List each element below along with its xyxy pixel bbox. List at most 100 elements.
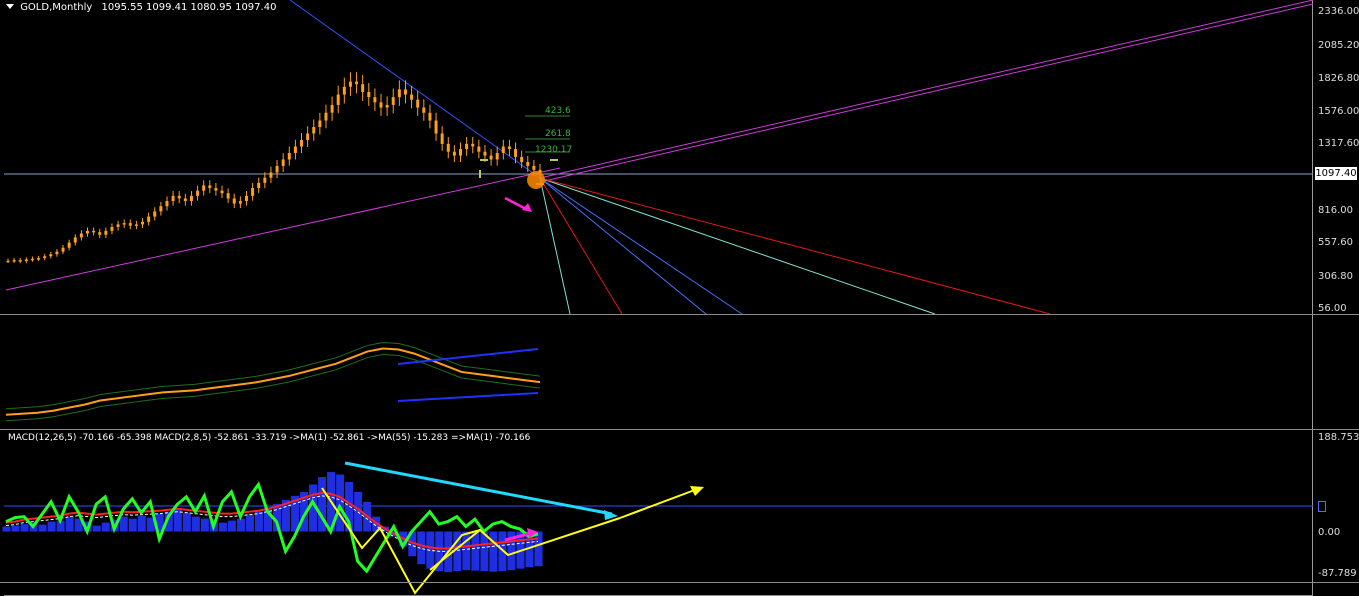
- macd-hist-bar: [173, 509, 182, 532]
- candle-body: [238, 201, 242, 204]
- candle-body: [385, 104, 389, 108]
- price-tick-0: 2336.00: [1318, 6, 1359, 17]
- candle-body: [177, 195, 181, 199]
- fib-label-1230: 1230.17: [535, 145, 573, 155]
- candle-body: [55, 251, 59, 255]
- macd-hist-bar: [119, 516, 128, 532]
- candle-body: [92, 230, 96, 233]
- candle-body: [134, 224, 138, 226]
- candle-body: [79, 233, 83, 238]
- price-tick-4: 1317.60: [1318, 138, 1359, 149]
- fib-label-423: 423.6: [545, 106, 571, 116]
- macd-hist-bar: [489, 531, 498, 572]
- channel-upper: [397, 348, 539, 365]
- price-tick-2: 1826.80: [1318, 73, 1359, 84]
- candle-body: [391, 97, 395, 105]
- bottom-plot-area: [4, 583, 1313, 596]
- candle-body: [452, 151, 456, 156]
- macd-hist-bar: [137, 515, 146, 532]
- candle-body: [98, 232, 102, 235]
- magenta-ray-upper: [539, 0, 1314, 179]
- candle-body: [428, 112, 432, 121]
- candle-body: [489, 155, 493, 160]
- macd-hist-bar: [38, 524, 47, 532]
- candle-body: [220, 190, 224, 194]
- candle-body: [361, 84, 365, 92]
- macd-hist-bar: [101, 522, 110, 532]
- candle-body: [122, 223, 126, 225]
- band-upper: [5, 341, 541, 410]
- candle-body: [263, 177, 267, 183]
- candle-body: [49, 254, 53, 257]
- candle-body: [269, 172, 273, 178]
- candle-body: [6, 260, 10, 263]
- candle-body: [183, 198, 187, 202]
- candle-body: [189, 195, 193, 202]
- candle-body: [306, 133, 310, 141]
- candle-body: [37, 258, 41, 260]
- macd-hist-bar: [92, 525, 101, 532]
- candle-body: [202, 185, 206, 191]
- macd-legend: MACD(12,26,5) -70.166 -65.398 MACD(2,8,5…: [8, 433, 531, 443]
- candle-body: [244, 195, 248, 202]
- candle-body: [507, 146, 511, 150]
- candle-body: [501, 146, 505, 153]
- macd-hist-bar: [534, 531, 543, 567]
- candle-body: [318, 120, 322, 128]
- candle-body: [171, 195, 175, 202]
- support-trend-line: [5, 167, 561, 291]
- indicator-line: [5, 347, 541, 416]
- fan-ray-blue-1: [539, 177, 707, 315]
- macd-hist-bar: [462, 531, 471, 571]
- magenta-ray-lower: [539, 3, 1314, 183]
- candle-body: [67, 242, 71, 248]
- candle-body: [251, 188, 255, 196]
- candle-body: [153, 211, 157, 217]
- fan-ray-blue-2: [539, 177, 743, 315]
- macd-hist-bar: [471, 531, 480, 571]
- indicator-pane[interactable]: [0, 314, 1359, 429]
- candle-body: [367, 91, 371, 98]
- candle-body: [18, 260, 22, 262]
- macd-level-marker[interactable]: [1318, 501, 1326, 512]
- candle-body: [532, 165, 536, 170]
- macd-hist-bar: [2, 526, 11, 532]
- indicator-chart: [5, 341, 541, 422]
- candle-body: [403, 89, 407, 95]
- candle-body: [12, 260, 16, 262]
- macd-hist-bar: [200, 518, 209, 532]
- macd-hist-bar: [218, 522, 227, 532]
- price-chart: [4, 0, 1314, 315]
- candle-body: [61, 247, 65, 252]
- macd-pane[interactable]: MACD(12,26,5) -70.166 -65.398 MACD(2,8,5…: [0, 429, 1359, 595]
- candle-body: [495, 152, 499, 160]
- macd-tick-top: 188.753: [1318, 432, 1359, 443]
- candle-body: [43, 256, 47, 259]
- macd-hist-bar: [65, 516, 74, 532]
- candle-body: [214, 188, 218, 191]
- candle-body: [30, 258, 34, 261]
- candle-body: [128, 223, 132, 226]
- price-tick-7: 557.60: [1318, 237, 1353, 248]
- candle-body: [24, 259, 28, 262]
- candle-body: [434, 120, 438, 134]
- macd-hist-bar: [47, 521, 56, 532]
- candle-body: [514, 149, 518, 157]
- candle-body: [300, 140, 304, 147]
- price-pane[interactable]: 423.6 261.8 1230.17 2336.00 2085.20 1826…: [0, 0, 1359, 315]
- candle-body: [520, 156, 524, 163]
- candle-body: [355, 81, 359, 85]
- macd-hist-bar: [11, 525, 20, 532]
- bracket-box: [479, 159, 571, 185]
- candle-body: [446, 143, 450, 152]
- yellow-arrow-shaft: [619, 487, 701, 519]
- fan-ray-red-1: [539, 177, 623, 315]
- candle-body: [422, 107, 426, 113]
- candle-body: [116, 224, 120, 227]
- candle-body: [293, 146, 297, 153]
- candle-body: [471, 143, 475, 147]
- candle-body: [232, 198, 236, 204]
- macd-hist-bar: [245, 514, 254, 532]
- channel-lower: [397, 392, 539, 402]
- candle-body: [324, 112, 328, 121]
